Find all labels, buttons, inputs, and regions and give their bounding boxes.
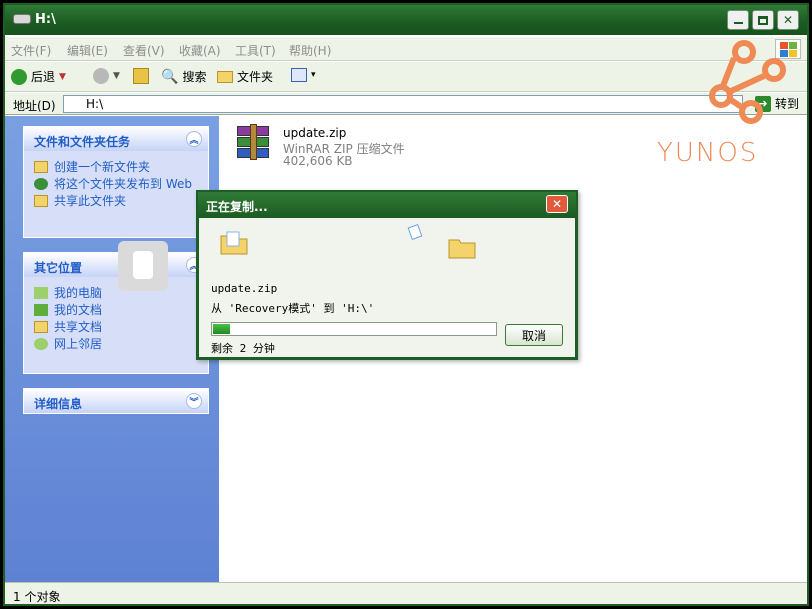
place-label: 网上邻居 xyxy=(54,337,103,351)
share-folder-icon xyxy=(34,195,48,207)
forward-button[interactable]: ▼ xyxy=(93,68,120,84)
back-label: 后退 xyxy=(31,70,56,84)
folder-icon xyxy=(217,70,233,83)
status-bar: 1 个对象 xyxy=(5,582,807,604)
place-shared-documents[interactable]: 共享文档 xyxy=(34,320,198,334)
file-tasks-title: 文件和文件夹任务 xyxy=(34,135,131,149)
task-share-folder[interactable]: 共享此文件夹 xyxy=(34,194,198,208)
menu-favorites[interactable]: 收藏(A) xyxy=(179,42,221,59)
chevron-down-icon: ▼ xyxy=(113,71,120,81)
place-label: 我的电脑 xyxy=(54,286,103,300)
source-folder-icon xyxy=(220,231,248,255)
address-input[interactable]: H:\ xyxy=(63,95,743,113)
winrar-zip-icon xyxy=(233,124,275,164)
details-header[interactable]: 详细信息 ︾ xyxy=(24,389,208,413)
new-folder-icon xyxy=(34,161,48,173)
address-value: H:\ xyxy=(86,97,104,111)
place-network[interactable]: 网上邻居 xyxy=(34,337,198,351)
search-icon: 🔍 xyxy=(161,68,179,85)
file-tasks-panel: 文件和文件夹任务 ︽ 创建一个新文件夹 将这个文件夹发布到 Web 共享此文件夹 xyxy=(23,126,209,238)
details-title: 详细信息 xyxy=(34,397,83,411)
status-text: 1 个对象 xyxy=(13,590,61,604)
file-tasks-header[interactable]: 文件和文件夹任务 ︽ xyxy=(24,127,208,151)
place-my-computer[interactable]: 我的电脑 xyxy=(34,286,198,300)
yunos-wordmark: YUNOS xyxy=(657,138,759,168)
chevron-down-icon: ▼ xyxy=(59,71,66,82)
file-item[interactable]: update.zip WinRAR ZIP 压缩文件 402,606 KB xyxy=(219,116,439,172)
task-new-folder[interactable]: 创建一个新文件夹 xyxy=(34,160,198,174)
menu-tools[interactable]: 工具(T) xyxy=(235,42,276,59)
documents-folder-icon xyxy=(34,304,48,316)
dialog-body: update.zip 从 'Recovery模式' 到 'H:\' 取消 剩余 … xyxy=(198,218,576,358)
other-places-title: 其它位置 xyxy=(34,261,83,275)
copy-progress-dialog: 正在复制... ✕ update.zip 从 'Recovery模式' 到 'H… xyxy=(196,190,578,360)
back-arrow-icon xyxy=(11,68,27,85)
copy-from-to: 从 'Recovery模式' 到 'H:\' xyxy=(211,302,375,315)
folders-label: 文件夹 xyxy=(237,70,274,84)
menu-edit[interactable]: 编辑(E) xyxy=(67,42,108,59)
place-label: 我的文档 xyxy=(54,303,103,317)
explorer-window: H:\ ✕ 文件(F) 编辑(E) 查看(V) 收藏(A) 工具(T) 帮助(H… xyxy=(3,3,809,606)
computer-icon xyxy=(34,287,48,299)
time-remaining: 剩余 2 分钟 xyxy=(211,342,275,355)
task-pane: 文件和文件夹任务 ︽ 创建一个新文件夹 将这个文件夹发布到 Web 共享此文件夹… xyxy=(5,116,219,582)
file-name: update.zip xyxy=(283,126,347,140)
search-label: 搜索 xyxy=(182,70,207,84)
maximize-icon xyxy=(758,15,768,25)
close-icon: ✕ xyxy=(551,197,563,211)
copy-progress-bar xyxy=(211,322,497,336)
other-places-header[interactable]: 其它位置 ︽ xyxy=(24,253,208,277)
task-publish-web[interactable]: 将这个文件夹发布到 Web xyxy=(34,177,198,191)
menu-help[interactable]: 帮助(H) xyxy=(289,42,331,59)
collapse-icon[interactable]: ︽ xyxy=(186,131,202,147)
usb-drive-icon xyxy=(118,241,168,291)
place-label: 共享文档 xyxy=(54,320,103,334)
drive-icon xyxy=(13,14,31,24)
task-label: 将这个文件夹发布到 Web xyxy=(54,177,192,191)
destination-folder-icon xyxy=(448,239,476,259)
menu-file[interactable]: 文件(F) xyxy=(11,42,51,59)
address-label: 地址(D) xyxy=(13,99,56,113)
progress-fill xyxy=(213,324,230,334)
dialog-title: 正在复制... xyxy=(206,200,268,214)
window-title: H:\ xyxy=(35,12,56,27)
close-button[interactable]: ✕ xyxy=(777,10,799,30)
expand-icon[interactable]: ︾ xyxy=(186,393,202,409)
copy-filename: update.zip xyxy=(211,282,278,295)
chevron-down-icon: ▾ xyxy=(311,70,316,80)
network-icon xyxy=(34,338,48,350)
other-places-panel: 其它位置 ︽ 我的电脑 我的文档 共享文档 网上邻居 xyxy=(23,252,209,374)
back-button[interactable]: 后退 ▼ xyxy=(11,68,66,85)
minimize-icon xyxy=(733,22,743,24)
minimize-button[interactable] xyxy=(727,10,749,30)
up-folder-icon xyxy=(133,68,149,84)
folders-button[interactable]: 文件夹 xyxy=(217,68,273,85)
forward-arrow-icon xyxy=(93,68,109,84)
menu-view[interactable]: 查看(V) xyxy=(123,42,165,59)
details-panel: 详细信息 ︾ xyxy=(23,388,209,414)
views-button[interactable]: ▾ xyxy=(291,68,316,82)
flying-document-icon xyxy=(407,224,423,240)
task-label: 共享此文件夹 xyxy=(54,194,127,208)
search-button[interactable]: 🔍 搜索 xyxy=(161,68,206,85)
up-folder-button[interactable] xyxy=(133,68,149,84)
globe-icon xyxy=(34,178,48,190)
maximize-button[interactable] xyxy=(752,10,774,30)
place-my-documents[interactable]: 我的文档 xyxy=(34,303,198,317)
views-icon xyxy=(291,68,307,82)
cancel-button[interactable]: 取消 xyxy=(505,324,563,346)
task-label: 创建一个新文件夹 xyxy=(54,160,151,174)
dialog-close-button[interactable]: ✕ xyxy=(546,195,568,213)
file-size: 402,606 KB xyxy=(283,154,353,168)
shared-folder-icon xyxy=(34,321,48,333)
close-icon: ✕ xyxy=(782,13,794,27)
dialog-title-bar[interactable]: 正在复制... ✕ xyxy=(198,192,576,218)
